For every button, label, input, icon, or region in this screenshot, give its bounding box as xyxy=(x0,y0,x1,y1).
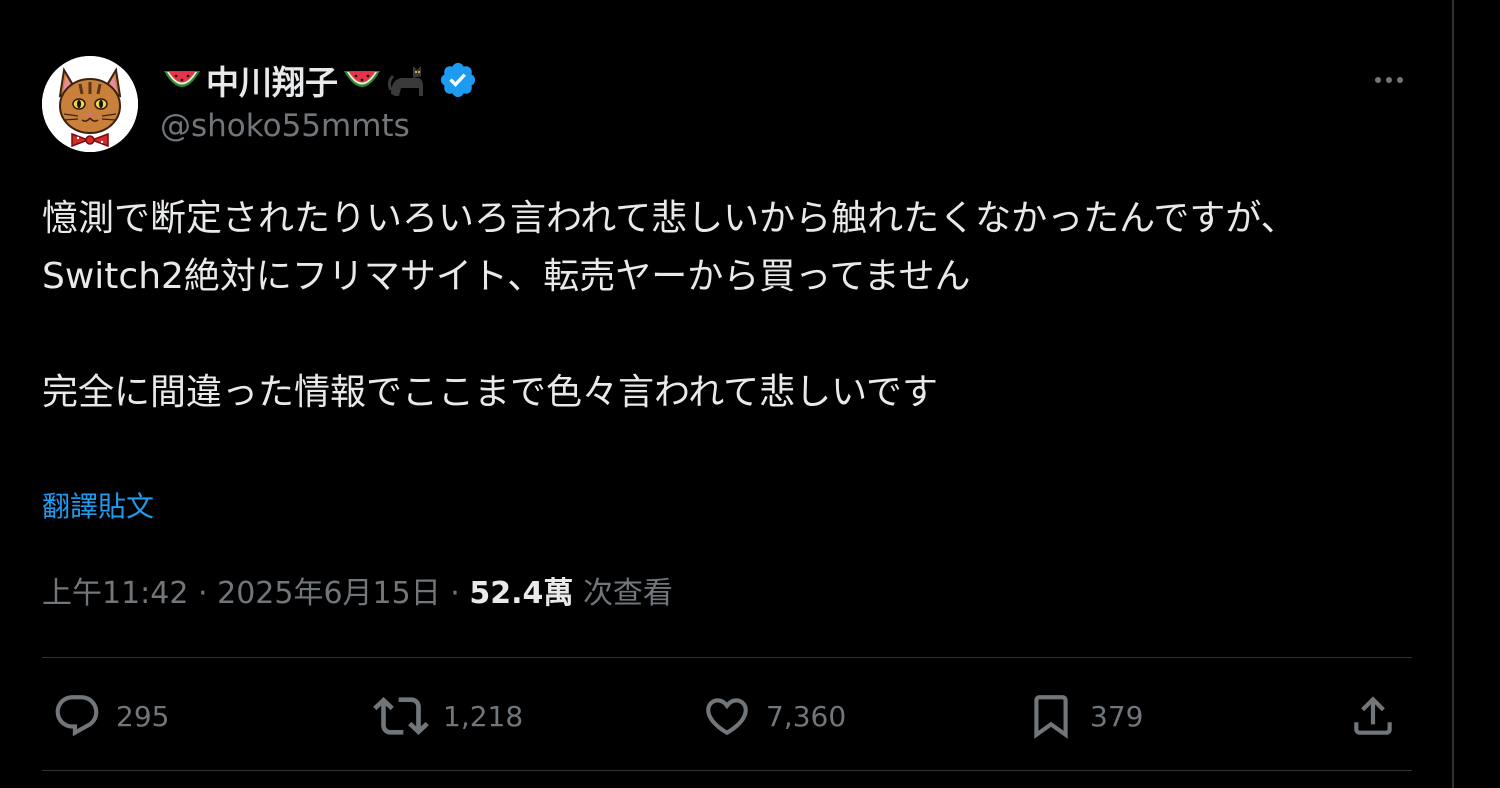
column-border xyxy=(1452,0,1454,788)
more-dot-icon xyxy=(1386,77,1392,83)
black-cat-icon xyxy=(386,63,430,97)
bookmark-count: 379 xyxy=(1090,699,1144,733)
reply-button[interactable]: 295 xyxy=(52,688,169,744)
more-dot-icon xyxy=(1397,77,1403,83)
watermelon-icon xyxy=(160,63,204,97)
reply-count: 295 xyxy=(116,699,170,733)
reply-icon xyxy=(55,695,99,737)
meta-separator: · xyxy=(450,576,460,611)
verified-badge-icon[interactable] xyxy=(438,60,478,100)
views-count[interactable]: 52.4萬 xyxy=(469,576,573,611)
share-button[interactable] xyxy=(1348,688,1398,744)
tweet-time[interactable]: 上午11:42 xyxy=(42,576,188,611)
divider-top xyxy=(42,657,1412,658)
retweet-icon xyxy=(373,697,429,735)
tweet-date[interactable]: 2025年6月15日 xyxy=(217,576,441,611)
translate-post-link[interactable]: 翻譯貼文 xyxy=(42,485,154,525)
cat-avatar-icon xyxy=(42,56,138,152)
views-label: 次查看 xyxy=(582,576,673,611)
retweet-button[interactable]: 1,218 xyxy=(373,688,523,744)
display-name[interactable]: 中川翔子 xyxy=(206,56,338,104)
more-dot-icon xyxy=(1375,77,1381,83)
heart-icon xyxy=(706,698,748,736)
retweet-count: 1,218 xyxy=(443,699,524,733)
like-button[interactable]: 7,360 xyxy=(702,688,846,744)
share-icon xyxy=(1354,696,1392,735)
tweet-text: 憶測で断定されたりいろいろ言われて悲しいから触れたくなかったんですが、 Swit… xyxy=(42,198,1297,413)
watermelon-icon xyxy=(340,63,384,97)
more-options-button[interactable] xyxy=(1366,62,1412,98)
avatar[interactable] xyxy=(42,56,138,152)
divider-bottom xyxy=(42,770,1412,771)
user-handle[interactable]: @shoko55mmts xyxy=(160,108,410,144)
tweet-meta: 上午11:42 · 2025年6月15日 · 52.4萬 次查看 xyxy=(42,568,673,612)
bookmark-button[interactable]: 379 xyxy=(1026,688,1143,744)
bookmark-icon xyxy=(1034,695,1068,739)
like-count: 7,360 xyxy=(766,699,847,733)
display-name-row[interactable]: 中川翔子 xyxy=(160,58,478,102)
meta-separator: · xyxy=(198,576,208,611)
